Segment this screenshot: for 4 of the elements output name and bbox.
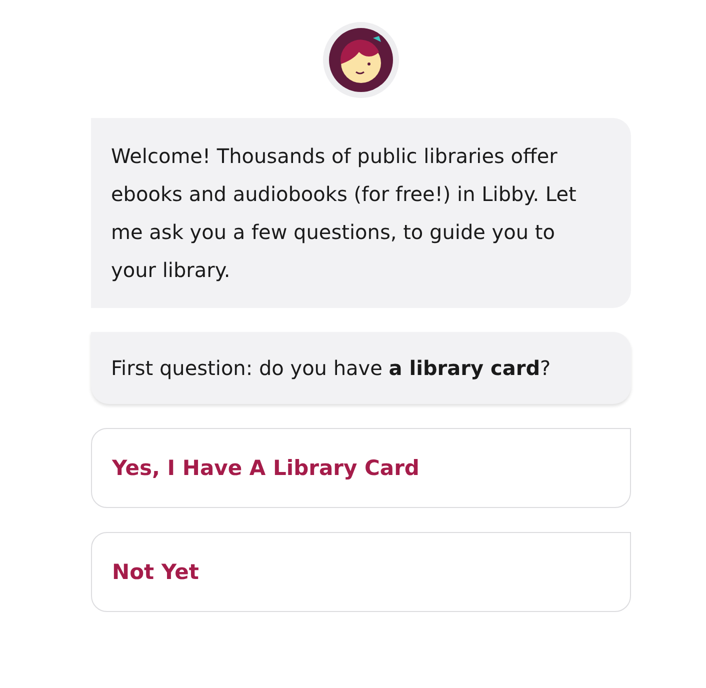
chat-message: First question: do you have a library card? [91, 332, 631, 404]
answer-button[interactable]: Not Yet [91, 532, 631, 612]
answer-button[interactable]: Yes, I Have A Library Card [91, 428, 631, 508]
chat-message: Welcome! Thousands of public libraries offer ebooks and audiobooks (for free!) in Libby. Let me ask you a few questions, to guide you to your library. [91, 118, 631, 308]
